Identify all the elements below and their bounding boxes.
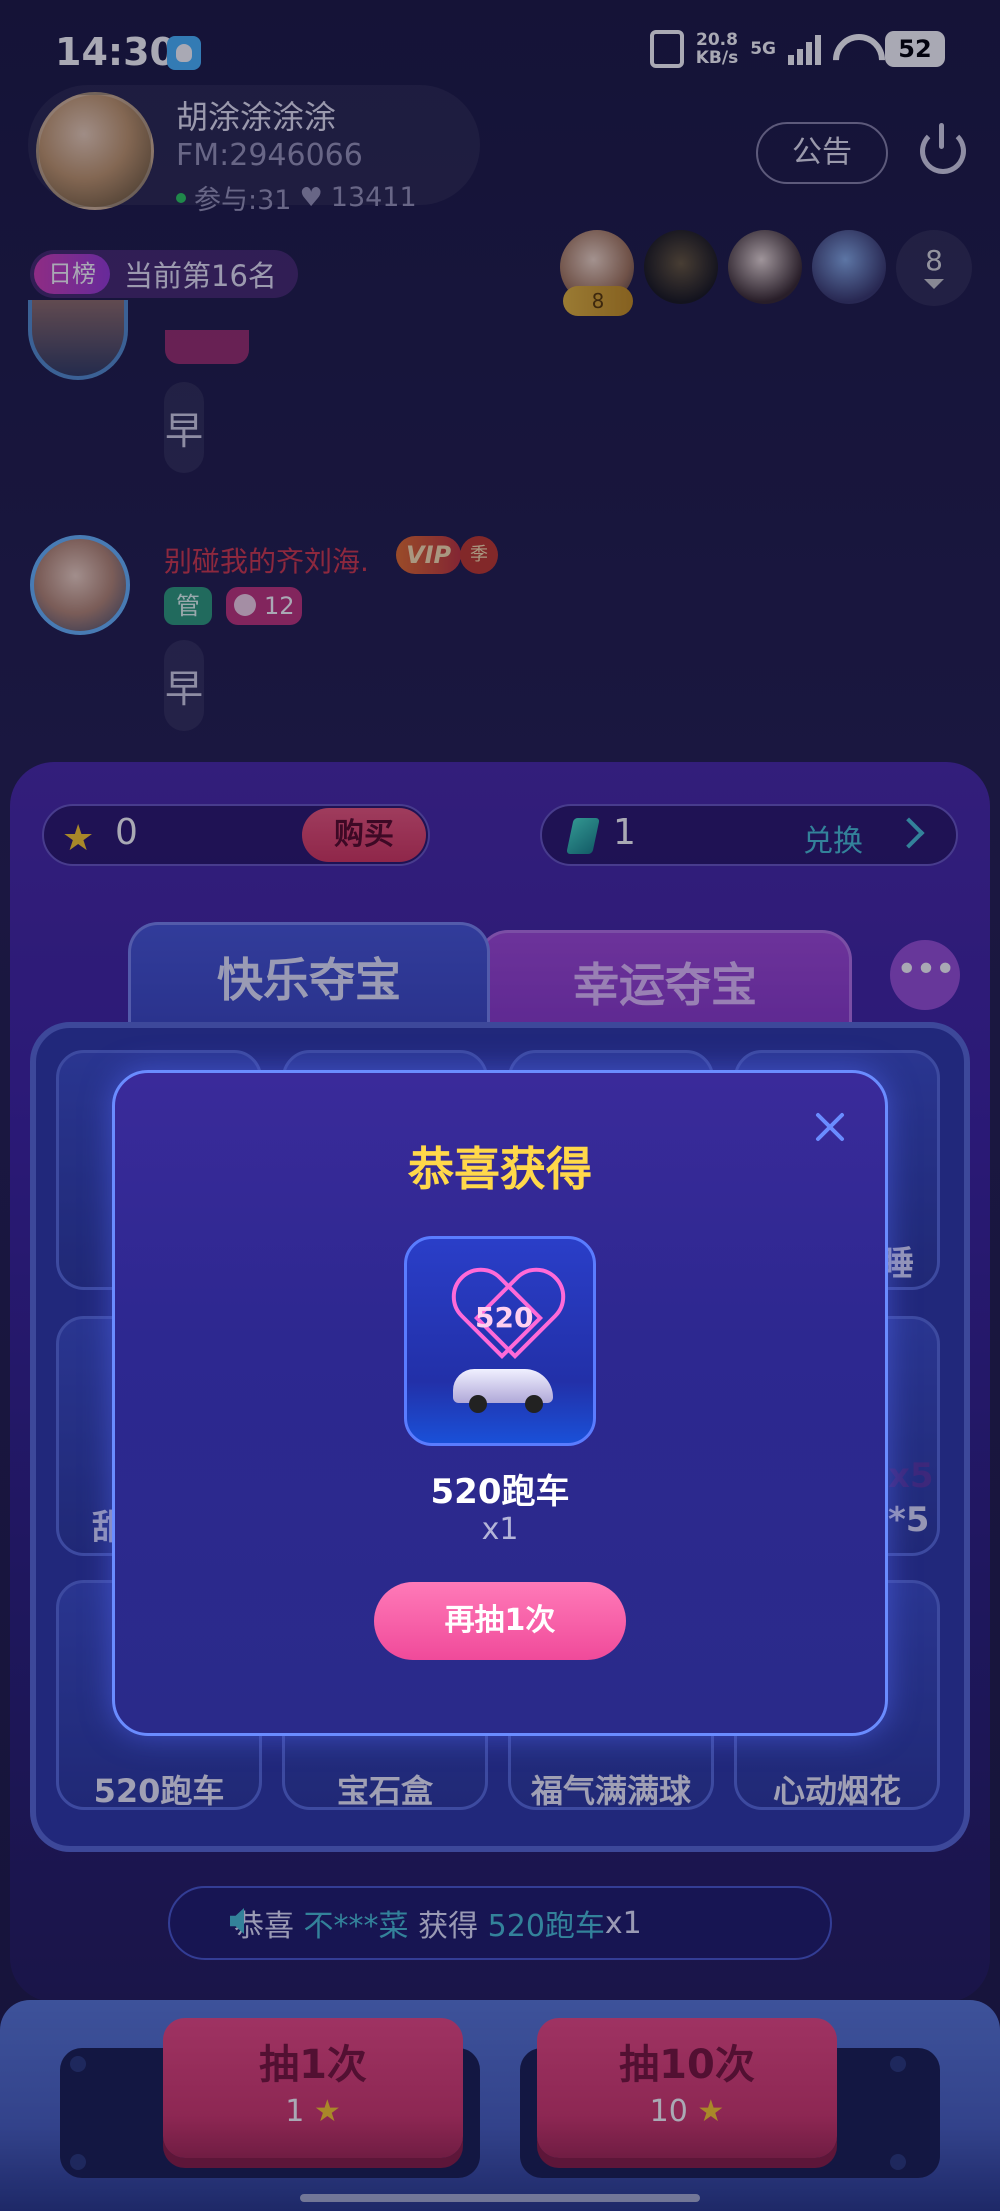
modal-prize-qty: x1 [481,1512,519,1547]
modal-prize-name: 520跑车 [430,1472,570,1512]
redraw-button[interactable]: 再抽1次 [374,1582,626,1660]
car-wheel [469,1395,487,1413]
prize-art-text: 520 [475,1301,534,1334]
car-wheel [525,1395,543,1413]
prize-image: 520 [404,1236,596,1446]
modal-title: 恭喜获得 [408,1142,592,1196]
